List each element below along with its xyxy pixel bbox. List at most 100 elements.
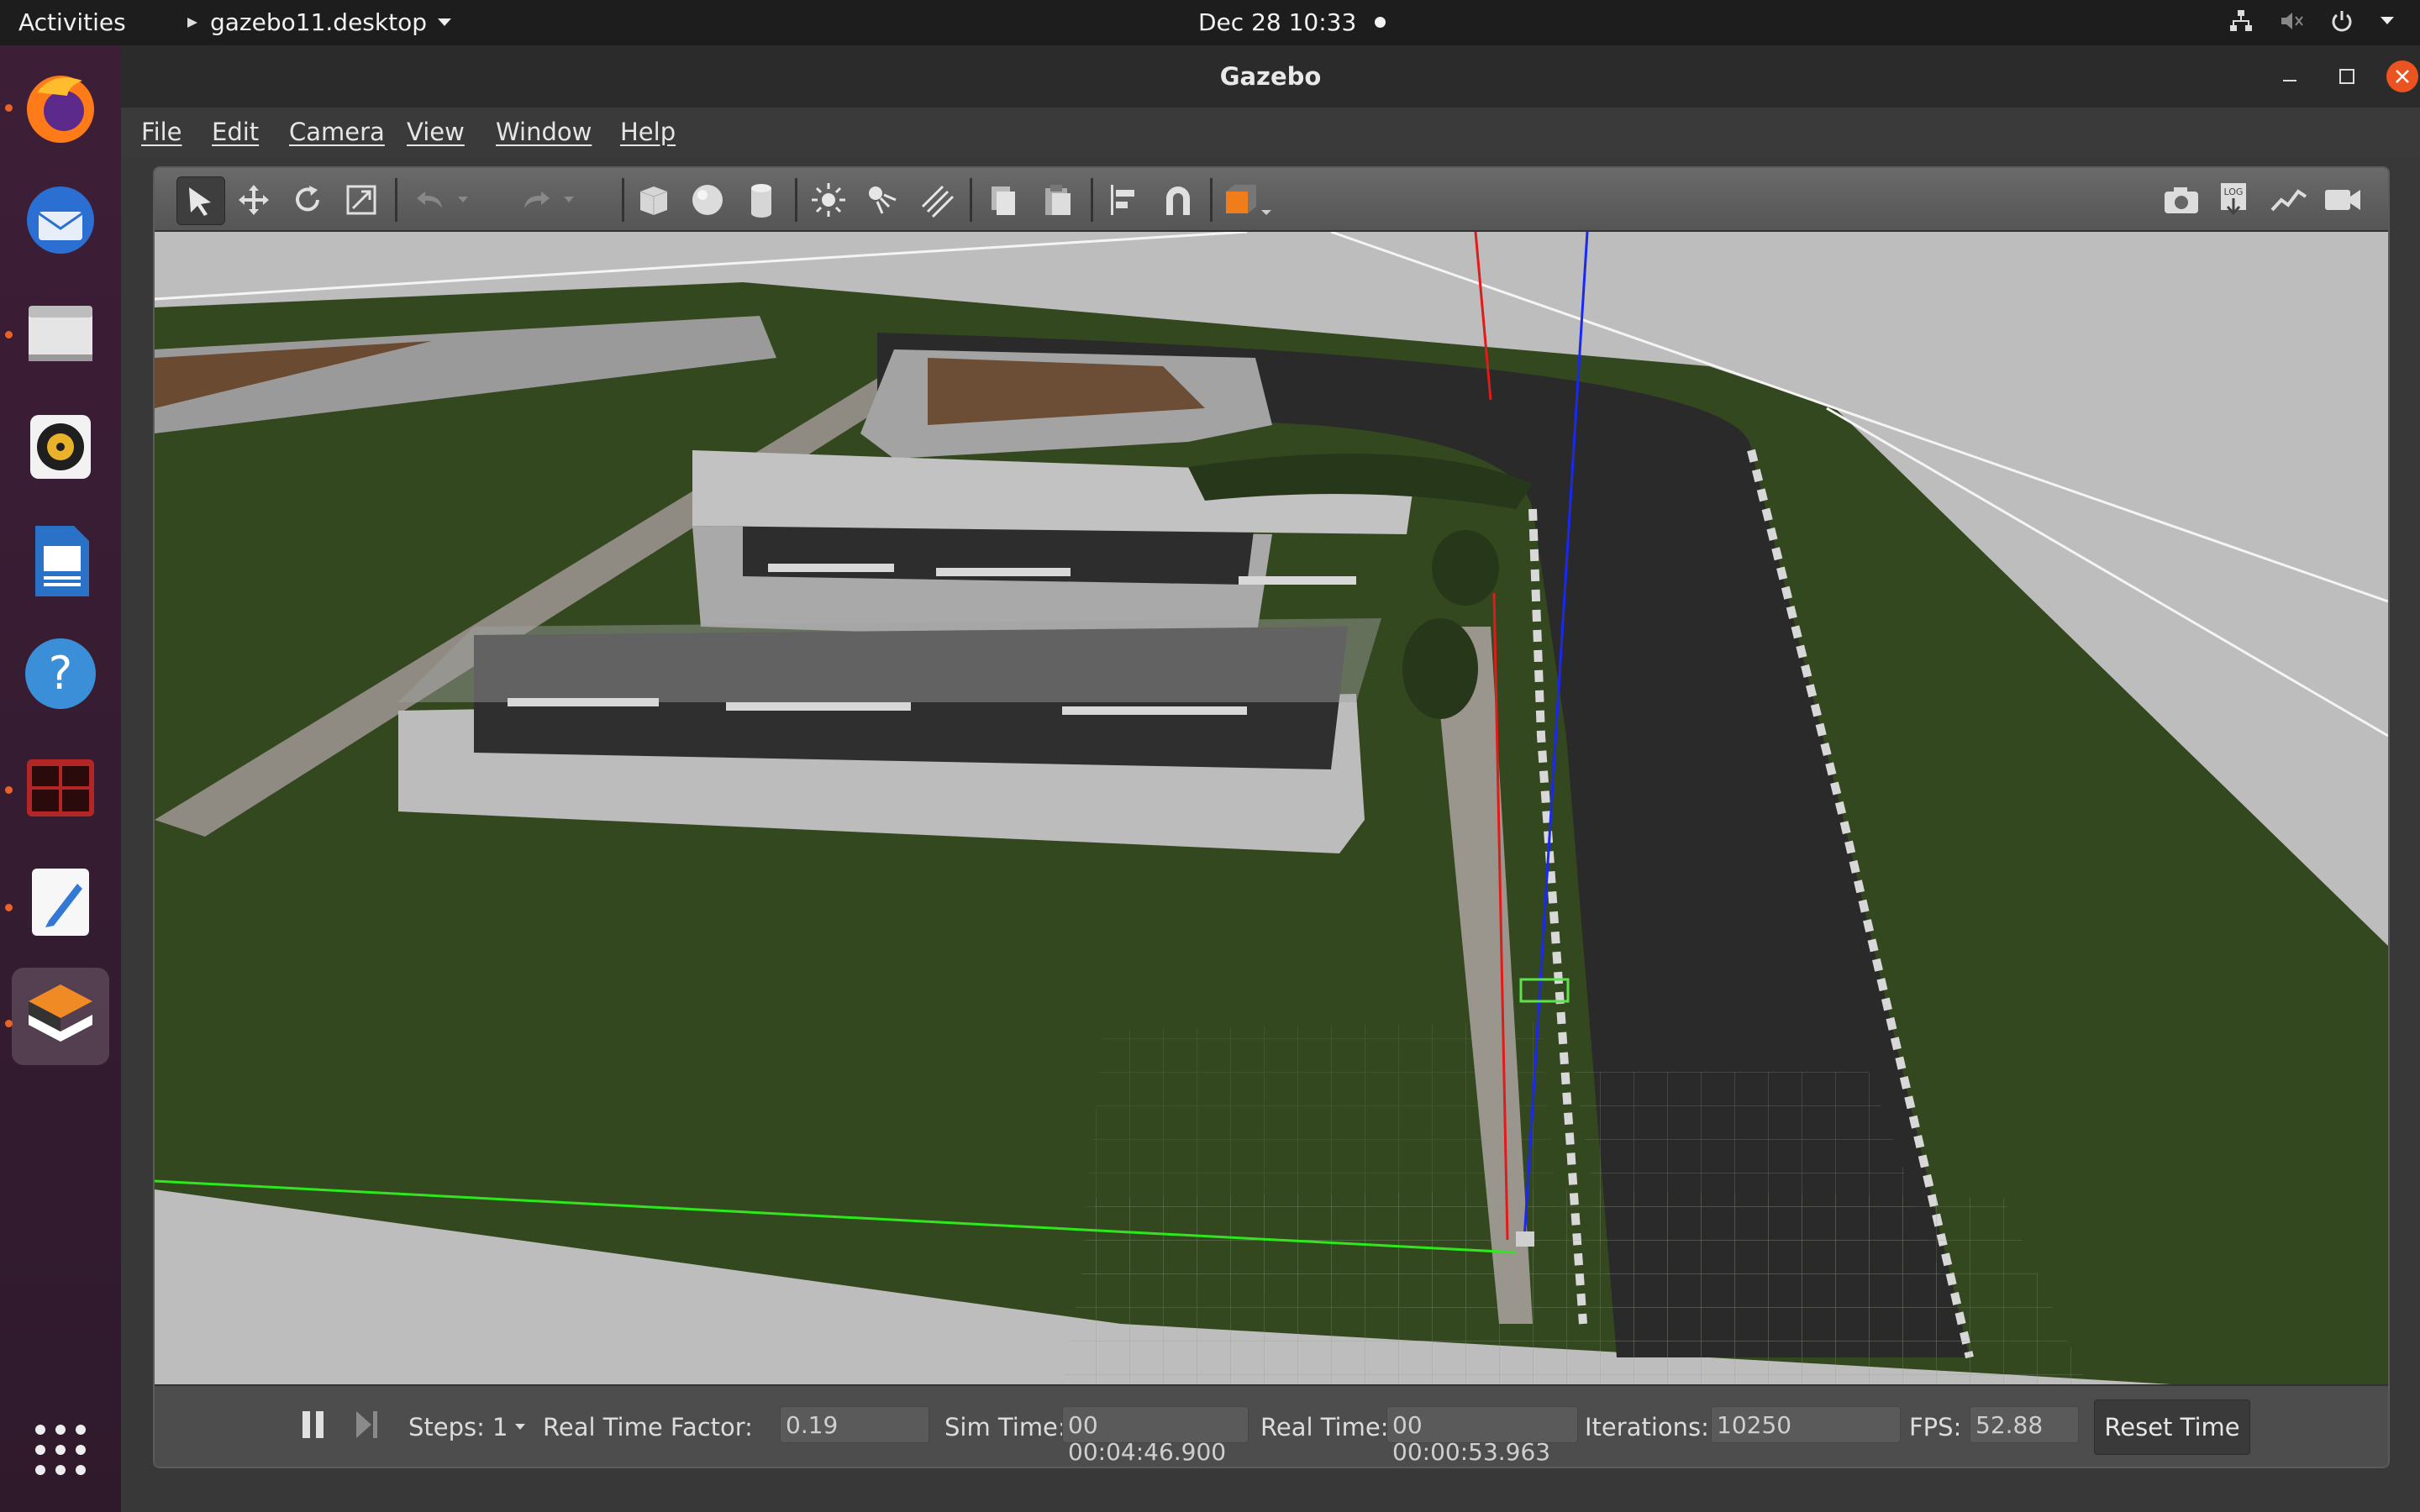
align-button[interactable] (1101, 176, 1148, 223)
help-launcher[interactable]: ? (12, 625, 109, 722)
files-icon (29, 306, 92, 361)
steps-value: 1 (492, 1413, 508, 1441)
sim-time-label: Sim Time: (944, 1413, 1066, 1441)
toolbar-separator (1210, 178, 1213, 222)
move-icon (239, 185, 269, 215)
view-cube-icon (1226, 185, 1271, 215)
writer-launcher[interactable] (12, 512, 109, 610)
box-icon (639, 186, 668, 215)
box-shape-button[interactable] (630, 176, 677, 223)
thunderbird-launcher[interactable] (12, 171, 109, 269)
copy-icon (992, 186, 1015, 215)
view-angle-button[interactable] (1218, 176, 1277, 223)
gazebo-launcher[interactable] (12, 968, 109, 1065)
show-applications-button[interactable] (12, 1401, 109, 1499)
clock-label: Dec 28 10:33 (1198, 8, 1357, 36)
screenshot-button[interactable] (2158, 176, 2205, 223)
thunderbird-icon (27, 186, 94, 254)
terminal-launcher[interactable] (12, 739, 109, 837)
toolbar-separator (622, 178, 624, 222)
paste-button[interactable] (1034, 176, 1081, 223)
window-title: Gazebo (1219, 62, 1322, 91)
rotate-mode-button[interactable] (284, 176, 331, 223)
reset-time-button[interactable]: Reset Time (2094, 1399, 2250, 1455)
camera-icon (2165, 187, 2198, 213)
sun-light-icon (812, 183, 845, 217)
toolbar-separator (795, 178, 797, 222)
dock: ? (0, 45, 121, 1512)
log-download-icon: LOG (2221, 183, 2246, 216)
menu-help[interactable]: Help (620, 118, 676, 146)
minimize-button[interactable] (2272, 59, 2307, 94)
menu-file[interactable]: File (141, 118, 182, 146)
point-light-button[interactable] (805, 176, 852, 223)
running-indicator (5, 904, 13, 911)
scale-mode-button[interactable] (338, 176, 385, 223)
select-mode-button[interactable] (176, 176, 225, 225)
app-menu[interactable]: gazebo11.desktop (185, 8, 452, 36)
copy-button[interactable] (980, 176, 1027, 223)
undo-history-button[interactable] (450, 176, 476, 223)
rhythmbox-launcher[interactable] (12, 398, 109, 496)
steps-spinbox[interactable]: 1 (492, 1413, 526, 1441)
step-forward-icon (356, 1411, 377, 1438)
menu-camera[interactable]: Camera (289, 118, 385, 146)
sim-status-bar: Steps: 1 Real Time Factor: 0.19 Sim Time… (155, 1384, 2388, 1467)
system-tray[interactable] (2228, 8, 2395, 34)
steps-label: Steps: (408, 1413, 485, 1441)
real-time-label: Real Time: (1260, 1413, 1389, 1441)
menu-window[interactable]: Window (496, 118, 592, 146)
text-editor-launcher[interactable] (12, 853, 109, 951)
snap-button[interactable] (1155, 176, 1202, 223)
chevron-down-icon (458, 197, 468, 202)
clock[interactable]: Dec 28 10:33 (1198, 8, 1386, 36)
sphere-icon (692, 185, 723, 215)
sphere-shape-button[interactable] (684, 176, 731, 223)
plot-button[interactable] (2265, 176, 2312, 223)
gazebo-icon (29, 984, 92, 1042)
spot-light-button[interactable] (859, 176, 906, 223)
redo-history-button[interactable] (556, 176, 581, 223)
running-indicator (5, 331, 13, 339)
close-button[interactable] (2386, 60, 2418, 92)
minimize-icon (2283, 80, 2296, 81)
chevron-down-icon (437, 18, 451, 26)
menu-edit[interactable]: Edit (212, 118, 259, 146)
translate-mode-button[interactable] (230, 176, 277, 223)
rotate-icon (296, 186, 319, 212)
paste-icon (1045, 185, 1071, 215)
redo-button[interactable] (513, 176, 560, 223)
activities-button[interactable]: Activities (18, 8, 126, 36)
close-icon (2396, 70, 2409, 83)
fps-field: 52.88 (1970, 1406, 2079, 1443)
running-indicator (5, 786, 13, 794)
app-menu-label: gazebo11.desktop (210, 8, 427, 36)
chevron-down-icon (564, 197, 574, 202)
pause-icon (302, 1411, 324, 1438)
files-launcher[interactable] (12, 284, 109, 381)
3d-viewport[interactable] (155, 232, 2388, 1384)
arrow-cursor-icon (189, 187, 211, 216)
record-video-button[interactable] (2319, 176, 2366, 223)
chart-line-icon (2270, 189, 2307, 212)
step-button[interactable] (353, 1408, 381, 1447)
pause-button[interactable] (299, 1408, 328, 1447)
notification-dot (1375, 17, 1386, 28)
log-button[interactable]: LOG (2212, 176, 2259, 223)
maximize-button[interactable] (2329, 59, 2365, 94)
network-icon (2230, 10, 2252, 31)
gazebo-render-panel: LOG Steps: 1 Real Time Factor: 0.19 Sim … (153, 166, 2390, 1468)
video-camera-icon (2325, 190, 2360, 210)
building-wall (398, 618, 1381, 702)
gazebo-window: Gazebo File Edit Camera View Window Help (121, 45, 2420, 1512)
toolbar-separator (970, 178, 972, 222)
menu-view[interactable]: View (407, 118, 465, 146)
app-grid-icon (35, 1425, 86, 1475)
undo-button[interactable] (407, 176, 454, 223)
title-bar[interactable]: Gazebo (121, 45, 2420, 108)
directional-light-button[interactable] (913, 176, 960, 223)
floor-grid (1079, 1021, 1566, 1324)
firefox-launcher[interactable] (12, 59, 109, 156)
cylinder-shape-button[interactable] (738, 176, 785, 223)
iterations-label: Iterations: (1585, 1413, 1709, 1441)
